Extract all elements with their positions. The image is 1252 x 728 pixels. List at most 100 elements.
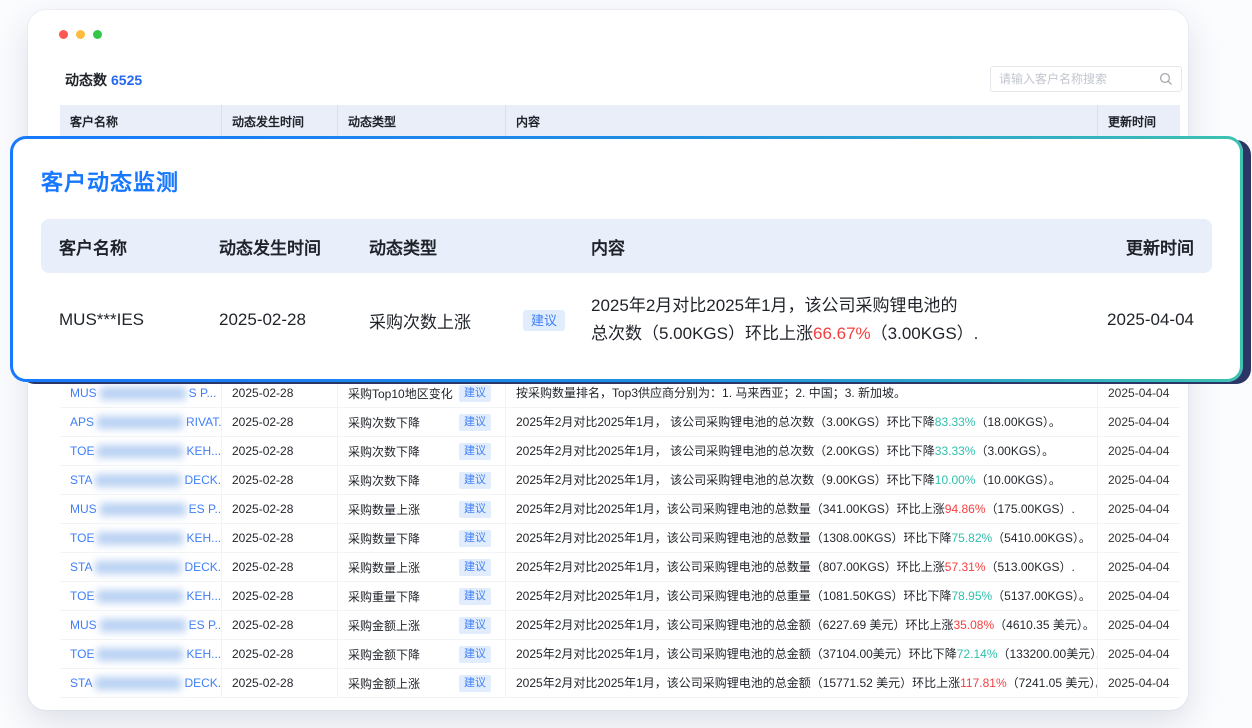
name-privacy-blur — [95, 561, 181, 574]
update-date: 2025-04-04 — [1098, 553, 1180, 581]
overlay-col-dynamic-type: 动态类型 — [369, 234, 591, 259]
zoom-window-button[interactable] — [93, 30, 102, 39]
dynamic-content: 2025年2月对比2025年1月，该公司采购锂电池的总金额（15771.52 美… — [506, 669, 1098, 697]
table-row: TOEKEH... 2025-02-28 采购金额下降 建议 2025年2月对比… — [60, 640, 1180, 669]
name-privacy-blur — [100, 503, 186, 516]
dynamic-type-cell: 采购数量上涨 建议 — [338, 495, 506, 523]
customer-name-link[interactable]: MUSES P... — [60, 495, 222, 523]
table-row: TOEKEH... 2025-02-28 采购重量下降 建议 2025年2月对比… — [60, 582, 1180, 611]
customer-name-link[interactable]: TOEKEH... — [60, 582, 222, 610]
customer-name-link[interactable]: MUSS P... — [60, 379, 222, 407]
dynamic-type-cell: 采购金额下降 建议 — [338, 640, 506, 668]
suggestion-badge: 建议 — [459, 501, 491, 518]
name-privacy-blur — [97, 648, 183, 661]
dynamics-count-label: 动态数 — [65, 72, 107, 88]
suggestion-badge: 建议 — [459, 617, 491, 634]
overlay-table-row: MUS***IES 2025-02-28 采购次数上涨 建议 2025年2月对比… — [41, 273, 1212, 367]
customer-dynamics-zoom-card: 客户动态监测 客户名称 动态发生时间 动态类型 内容 更新时间 MUS***IE… — [10, 136, 1243, 382]
dynamic-content: 2025年2月对比2025年1月， 该公司采购锂电池的总次数（3.00KGS）环… — [506, 408, 1098, 436]
dynamic-content: 2025年2月对比2025年1月，该公司采购锂电池的总数量（807.00KGS）… — [506, 553, 1098, 581]
customer-name-link[interactable]: APSRIVAT... — [60, 408, 222, 436]
occur-date: 2025-02-28 — [222, 611, 338, 639]
dynamic-type-cell: 采购Top10地区变化 建议 — [338, 379, 506, 407]
overlay-update-date: 2025-04-04 — [1066, 310, 1194, 330]
suggestion-badge: 建议 — [459, 675, 491, 692]
suggestion-badge: 建议 — [459, 385, 491, 402]
overlay-suggestion-badge: 建议 — [523, 310, 565, 331]
dynamic-type-cell: 采购金额上涨 建议 — [338, 611, 506, 639]
customer-name-link[interactable]: MUSES P... — [60, 611, 222, 639]
occur-date: 2025-02-28 — [222, 582, 338, 610]
dynamic-type-cell: 采购次数下降 建议 — [338, 408, 506, 436]
dynamic-content: 2025年2月对比2025年1月，该公司采购锂电池的总数量（1308.00KGS… — [506, 524, 1098, 552]
update-date: 2025-04-04 — [1098, 669, 1180, 697]
occur-date: 2025-02-28 — [222, 553, 338, 581]
customer-name-link[interactable]: STADECK... — [60, 553, 222, 581]
customer-name-link[interactable]: TOEKEH... — [60, 524, 222, 552]
table-body: MUSS P... 2025-02-28 采购Top10地区变化 建议 按采购数… — [60, 379, 1180, 698]
dynamic-type-cell: 采购金额上涨 建议 — [338, 669, 506, 697]
occur-date: 2025-02-28 — [222, 640, 338, 668]
dynamic-type-cell: 采购重量下降 建议 — [338, 582, 506, 610]
close-window-button[interactable] — [59, 30, 68, 39]
update-date: 2025-04-04 — [1098, 408, 1180, 436]
suggestion-badge: 建议 — [459, 530, 491, 547]
table-row: STADECK... 2025-02-28 采购数量上涨 建议 2025年2月对… — [60, 553, 1180, 582]
col-occur-time: 动态发生时间 — [222, 105, 338, 137]
table-row: MUSES P... 2025-02-28 采购金额上涨 建议 2025年2月对… — [60, 611, 1180, 640]
name-privacy-blur — [95, 677, 181, 690]
update-date: 2025-04-04 — [1098, 437, 1180, 465]
table-row: TOEKEH... 2025-02-28 采购次数下降 建议 2025年2月对比… — [60, 437, 1180, 466]
name-privacy-blur — [100, 387, 186, 400]
occur-date: 2025-02-28 — [222, 669, 338, 697]
name-privacy-blur — [97, 590, 183, 603]
overlay-col-content: 内容 — [591, 234, 1066, 259]
dynamic-content: 2025年2月对比2025年1月，该公司采购锂电池的总数量（341.00KGS）… — [506, 495, 1098, 523]
overlay-table-header: 客户名称 动态发生时间 动态类型 内容 更新时间 — [41, 219, 1212, 273]
suggestion-badge: 建议 — [459, 443, 491, 460]
update-date: 2025-04-04 — [1098, 640, 1180, 668]
customer-name-link[interactable]: STADECK... — [60, 669, 222, 697]
customer-name-link[interactable]: TOEKEH... — [60, 640, 222, 668]
customer-name-link[interactable]: TOEKEH... — [60, 437, 222, 465]
table-row: TOEKEH... 2025-02-28 采购数量下降 建议 2025年2月对比… — [60, 524, 1180, 553]
update-date: 2025-04-04 — [1098, 495, 1180, 523]
update-date: 2025-04-04 — [1098, 611, 1180, 639]
occur-date: 2025-02-28 — [222, 466, 338, 494]
table-row: MUSES P... 2025-02-28 采购数量上涨 建议 2025年2月对… — [60, 495, 1180, 524]
dynamic-content: 2025年2月对比2025年1月， 该公司采购锂电池的总次数（2.00KGS）环… — [506, 437, 1098, 465]
table-row: STADECK... 2025-02-28 采购金额上涨 建议 2025年2月对… — [60, 669, 1180, 698]
minimize-window-button[interactable] — [76, 30, 85, 39]
search-input[interactable] — [999, 72, 1159, 86]
overlay-dynamic-type: 采购次数上涨 — [369, 308, 471, 333]
customer-name-link[interactable]: STADECK... — [60, 466, 222, 494]
overlay-occur-date: 2025-02-28 — [219, 310, 369, 330]
dynamic-type-cell: 采购数量上涨 建议 — [338, 553, 506, 581]
occur-date: 2025-02-28 — [222, 495, 338, 523]
overlay-percent-value: 66.67% — [813, 324, 871, 343]
window-controls — [59, 30, 102, 39]
dynamics-count-value: 6525 — [111, 72, 142, 88]
overlay-dynamic-type-cell: 采购次数上涨 建议 — [369, 308, 591, 333]
dynamic-content: 2025年2月对比2025年1月，该公司采购锂电池的总金额（37104.00美元… — [506, 640, 1098, 668]
overlay-title: 客户动态监测 — [41, 165, 1212, 197]
overlay-dynamic-content: 2025年2月对比2025年1月，该公司采购锂电池的 总次数（5.00KGS）环… — [591, 292, 1066, 347]
search-icon[interactable] — [1159, 72, 1173, 86]
occur-date: 2025-02-28 — [222, 524, 338, 552]
table-row: APSRIVAT... 2025-02-28 采购次数下降 建议 2025年2月… — [60, 408, 1180, 437]
suggestion-badge: 建议 — [459, 472, 491, 489]
name-privacy-blur — [97, 445, 183, 458]
dynamic-content: 2025年2月对比2025年1月，该公司采购锂电池的总重量（1081.50KGS… — [506, 582, 1098, 610]
update-date: 2025-04-04 — [1098, 524, 1180, 552]
col-content: 内容 — [506, 105, 1098, 137]
col-update-time: 更新时间 — [1098, 105, 1180, 137]
occur-date: 2025-02-28 — [222, 408, 338, 436]
dynamic-type-cell: 采购数量下降 建议 — [338, 524, 506, 552]
update-date: 2025-04-04 — [1098, 582, 1180, 610]
name-privacy-blur — [100, 619, 186, 632]
name-privacy-blur — [95, 474, 181, 487]
table-row: STADECK... 2025-02-28 采购次数下降 建议 2025年2月对… — [60, 466, 1180, 495]
name-privacy-blur — [97, 416, 183, 429]
customer-search-box[interactable] — [990, 66, 1182, 92]
col-dynamic-type: 动态类型 — [338, 105, 506, 137]
